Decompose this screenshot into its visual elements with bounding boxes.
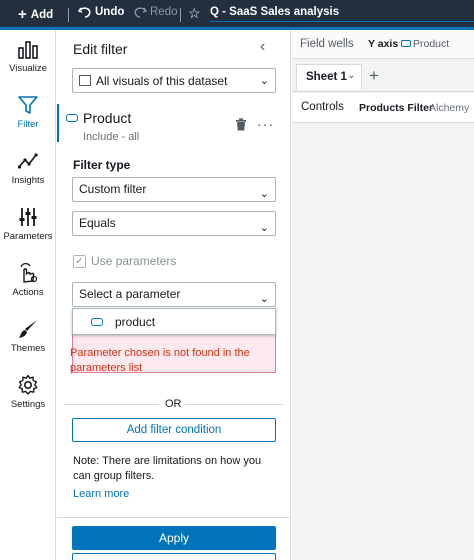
dimension-field-icon bbox=[401, 40, 411, 47]
panel-title: Edit filter bbox=[73, 41, 128, 57]
products-filter-label: Products Filter bbox=[359, 102, 434, 114]
parameter-dropdown-option[interactable]: product bbox=[72, 308, 276, 335]
apply-button[interactable]: Apply bbox=[72, 526, 276, 550]
parameters-icon bbox=[19, 208, 37, 226]
chevron-down-icon[interactable]: ⌄ bbox=[347, 70, 355, 81]
filter-field-subtitle: Include - all bbox=[83, 131, 140, 143]
chevron-down-icon: ⌄ bbox=[259, 222, 269, 234]
dimension-field-icon bbox=[66, 114, 78, 122]
add-sheet-icon[interactable]: + bbox=[369, 66, 379, 86]
parameter-select[interactable]: Select a parameter ⌄ bbox=[72, 282, 276, 307]
or-separator: OR bbox=[165, 398, 182, 410]
chevron-down-icon: ⌄ bbox=[259, 188, 269, 200]
use-parameters-label: Use parameters bbox=[91, 254, 177, 268]
filter-type-label: Filter type bbox=[73, 158, 131, 172]
redo-label: Redo bbox=[150, 6, 178, 18]
rail-item-insights[interactable]: Insights bbox=[0, 150, 56, 186]
cancel-button[interactable] bbox=[72, 553, 276, 560]
filter-scope-select[interactable]: All visuals of this dataset ⌄ bbox=[72, 68, 276, 93]
rail-label: Settings bbox=[10, 399, 46, 410]
collapse-panel-icon[interactable]: ‹ bbox=[260, 38, 265, 56]
products-filter-value[interactable]: Alchemy bbox=[429, 102, 469, 114]
rail-label: Visualize bbox=[9, 63, 47, 74]
learn-more-link[interactable]: Learn more bbox=[73, 488, 129, 500]
field-wells-label[interactable]: Field wells bbox=[300, 38, 354, 50]
operator-select[interactable]: Equals ⌄ bbox=[72, 211, 276, 236]
add-button[interactable]: + Add bbox=[18, 6, 53, 23]
field-wells-bar: Field wells Y axis Product bbox=[292, 30, 474, 59]
add-label: Add bbox=[30, 8, 54, 21]
analysis-title[interactable]: Q - SaaS Sales analysis bbox=[210, 6, 339, 18]
redo-button[interactable]: Redo bbox=[134, 6, 178, 18]
divider bbox=[64, 404, 159, 405]
parameter-placeholder: Select a parameter bbox=[79, 287, 181, 301]
footer-divider bbox=[57, 517, 291, 518]
title-underline bbox=[210, 21, 474, 22]
rail-item-parameters[interactable]: Parameters bbox=[0, 206, 56, 242]
y-axis-label: Y axis bbox=[368, 38, 399, 50]
visuals-grid-icon bbox=[79, 75, 91, 86]
y-axis-field[interactable]: Product bbox=[413, 38, 449, 50]
analysis-canvas: Field wells Y axis Product Sheet 1 ⌄ + C… bbox=[292, 30, 474, 560]
plus-icon: + bbox=[18, 6, 27, 23]
rail-label: Filter bbox=[17, 119, 39, 130]
filter-scope-value: All visuals of this dataset bbox=[96, 73, 228, 88]
more-options-icon[interactable]: ··· bbox=[257, 116, 274, 132]
left-rail: Visualize Filter Insights Parameters Act… bbox=[0, 30, 56, 560]
grouping-note: Note: There are limitations on how you c… bbox=[73, 455, 262, 482]
redo-icon bbox=[134, 7, 147, 18]
undo-icon bbox=[78, 7, 91, 18]
sheet-tabs-bar: Sheet 1 ⌄ + bbox=[292, 60, 474, 92]
rail-label: Parameters bbox=[3, 231, 53, 242]
use-parameters-checkbox[interactable]: ✓ bbox=[73, 254, 86, 268]
controls-bar: Controls Products Filter Alchemy bbox=[292, 93, 474, 123]
divider bbox=[185, 404, 283, 405]
error-message: Parameter chosen is not found in the par… bbox=[70, 347, 250, 374]
parameter-icon bbox=[91, 317, 103, 326]
use-parameters-row[interactable]: ✓ Use parameters bbox=[73, 254, 176, 268]
star-icon[interactable]: ☆ bbox=[188, 5, 201, 22]
rail-item-visualize[interactable]: Visualize bbox=[0, 38, 56, 74]
edit-filter-panel: Edit filter ‹ All visuals of this datase… bbox=[57, 30, 291, 560]
insights-icon bbox=[17, 153, 38, 169]
parameter-option-label: product bbox=[115, 314, 156, 329]
toolbar-divider bbox=[180, 8, 181, 22]
filter-field-name: Product bbox=[83, 110, 132, 126]
controls-label[interactable]: Controls bbox=[301, 101, 344, 113]
filter-icon bbox=[18, 96, 38, 114]
actions-icon bbox=[20, 263, 38, 283]
selected-filter-indicator bbox=[57, 104, 59, 142]
rail-label: Actions bbox=[12, 287, 44, 298]
undo-label: Undo bbox=[95, 6, 125, 18]
trash-icon-glyph bbox=[236, 118, 246, 131]
undo-button[interactable]: Undo bbox=[78, 6, 124, 18]
filter-type-value: Custom filter bbox=[79, 182, 147, 196]
add-filter-condition-button[interactable]: Add filter condition bbox=[72, 418, 276, 442]
rail-item-filter[interactable]: Filter bbox=[0, 94, 56, 130]
top-toolbar: + Add Undo Redo ☆ Q - SaaS Sales analysi… bbox=[0, 0, 474, 30]
rail-label: Themes bbox=[10, 343, 46, 354]
gear-icon bbox=[18, 374, 38, 395]
rail-item-actions[interactable]: Actions bbox=[0, 262, 56, 298]
rail-item-themes[interactable]: Themes bbox=[0, 318, 56, 354]
bar-chart-icon bbox=[18, 41, 38, 59]
brush-icon bbox=[19, 320, 37, 338]
operator-value: Equals bbox=[79, 216, 116, 230]
toolbar-divider bbox=[68, 8, 69, 22]
trash-icon[interactable] bbox=[235, 118, 247, 134]
rail-item-settings[interactable]: Settings bbox=[0, 374, 56, 410]
rail-label: Insights bbox=[11, 175, 45, 186]
sheet-tab-label: Sheet 1 bbox=[306, 71, 347, 83]
chevron-down-icon: ⌄ bbox=[259, 75, 269, 87]
filter-type-select[interactable]: Custom filter ⌄ bbox=[72, 177, 276, 202]
